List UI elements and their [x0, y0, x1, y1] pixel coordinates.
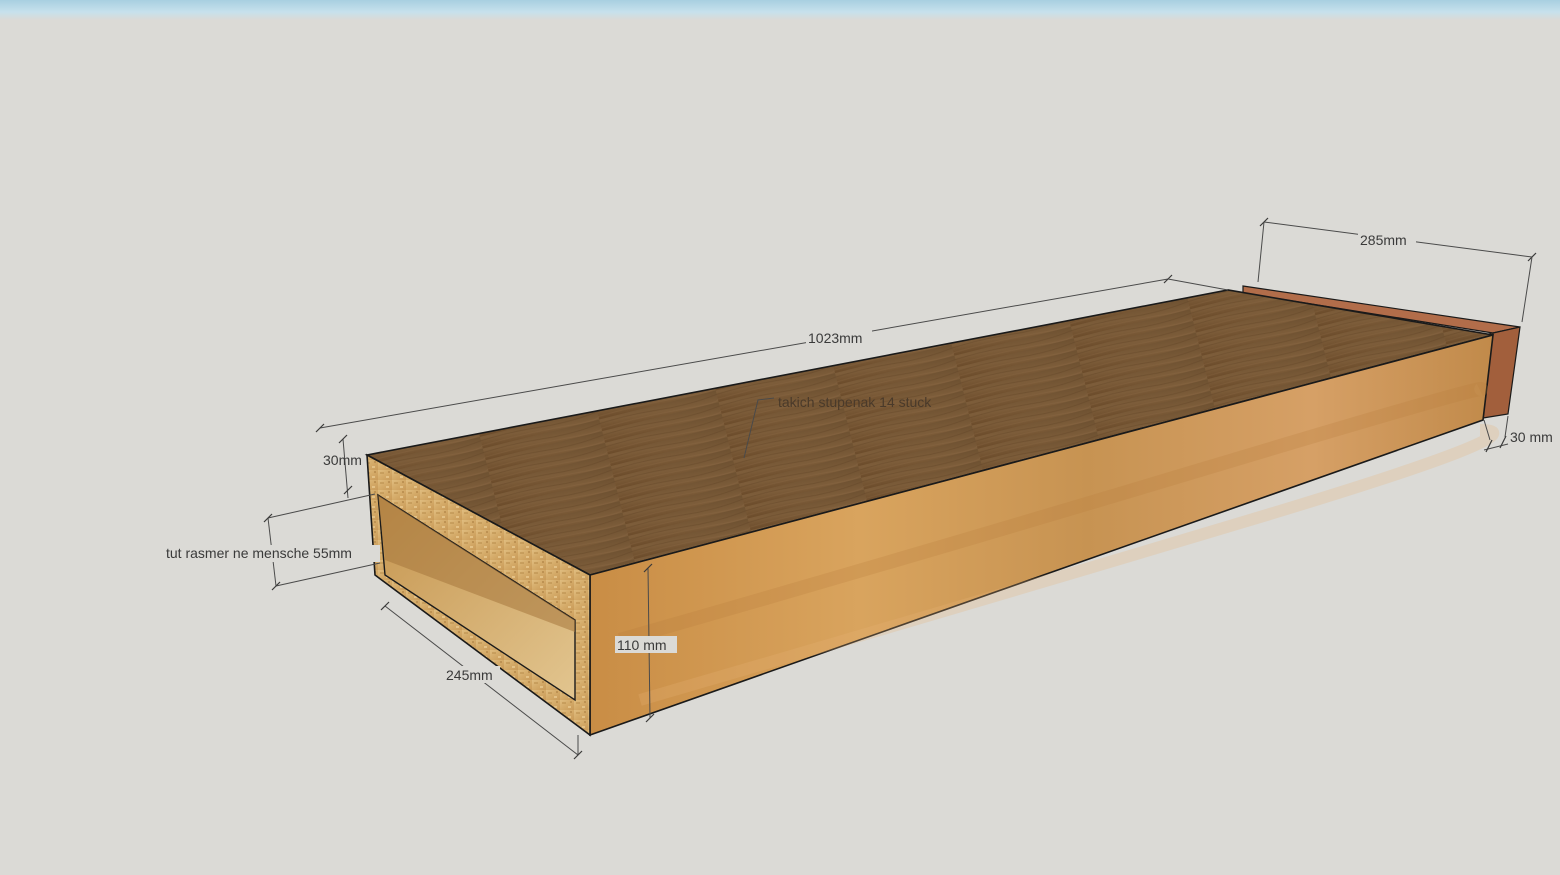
gap-note-label: tut rasmer ne mensche 55mm [166, 545, 352, 561]
dimension-top-thickness: 30mm [323, 434, 362, 499]
stair-tread-model: 1023mm 285mm 30mm 30 mm tut rasmer ne me… [164, 217, 1553, 760]
dimension-gap: tut rasmer ne mensche 55mm [164, 493, 381, 591]
sketchup-viewport[interactable]: 1023mm 285mm 30mm 30 mm tut rasmer ne me… [0, 0, 1560, 875]
depth-label: 245mm [446, 667, 493, 683]
height-label: 110 mm [617, 637, 667, 653]
top-thickness-label: 30mm [323, 452, 362, 468]
quantity-note-label: takich stupenak 14 stuck [778, 394, 932, 410]
length-label: 1023mm [808, 330, 862, 346]
riser-depth-label: 285mm [1360, 232, 1407, 248]
riser-thickness-label: 30 mm [1510, 429, 1553, 445]
